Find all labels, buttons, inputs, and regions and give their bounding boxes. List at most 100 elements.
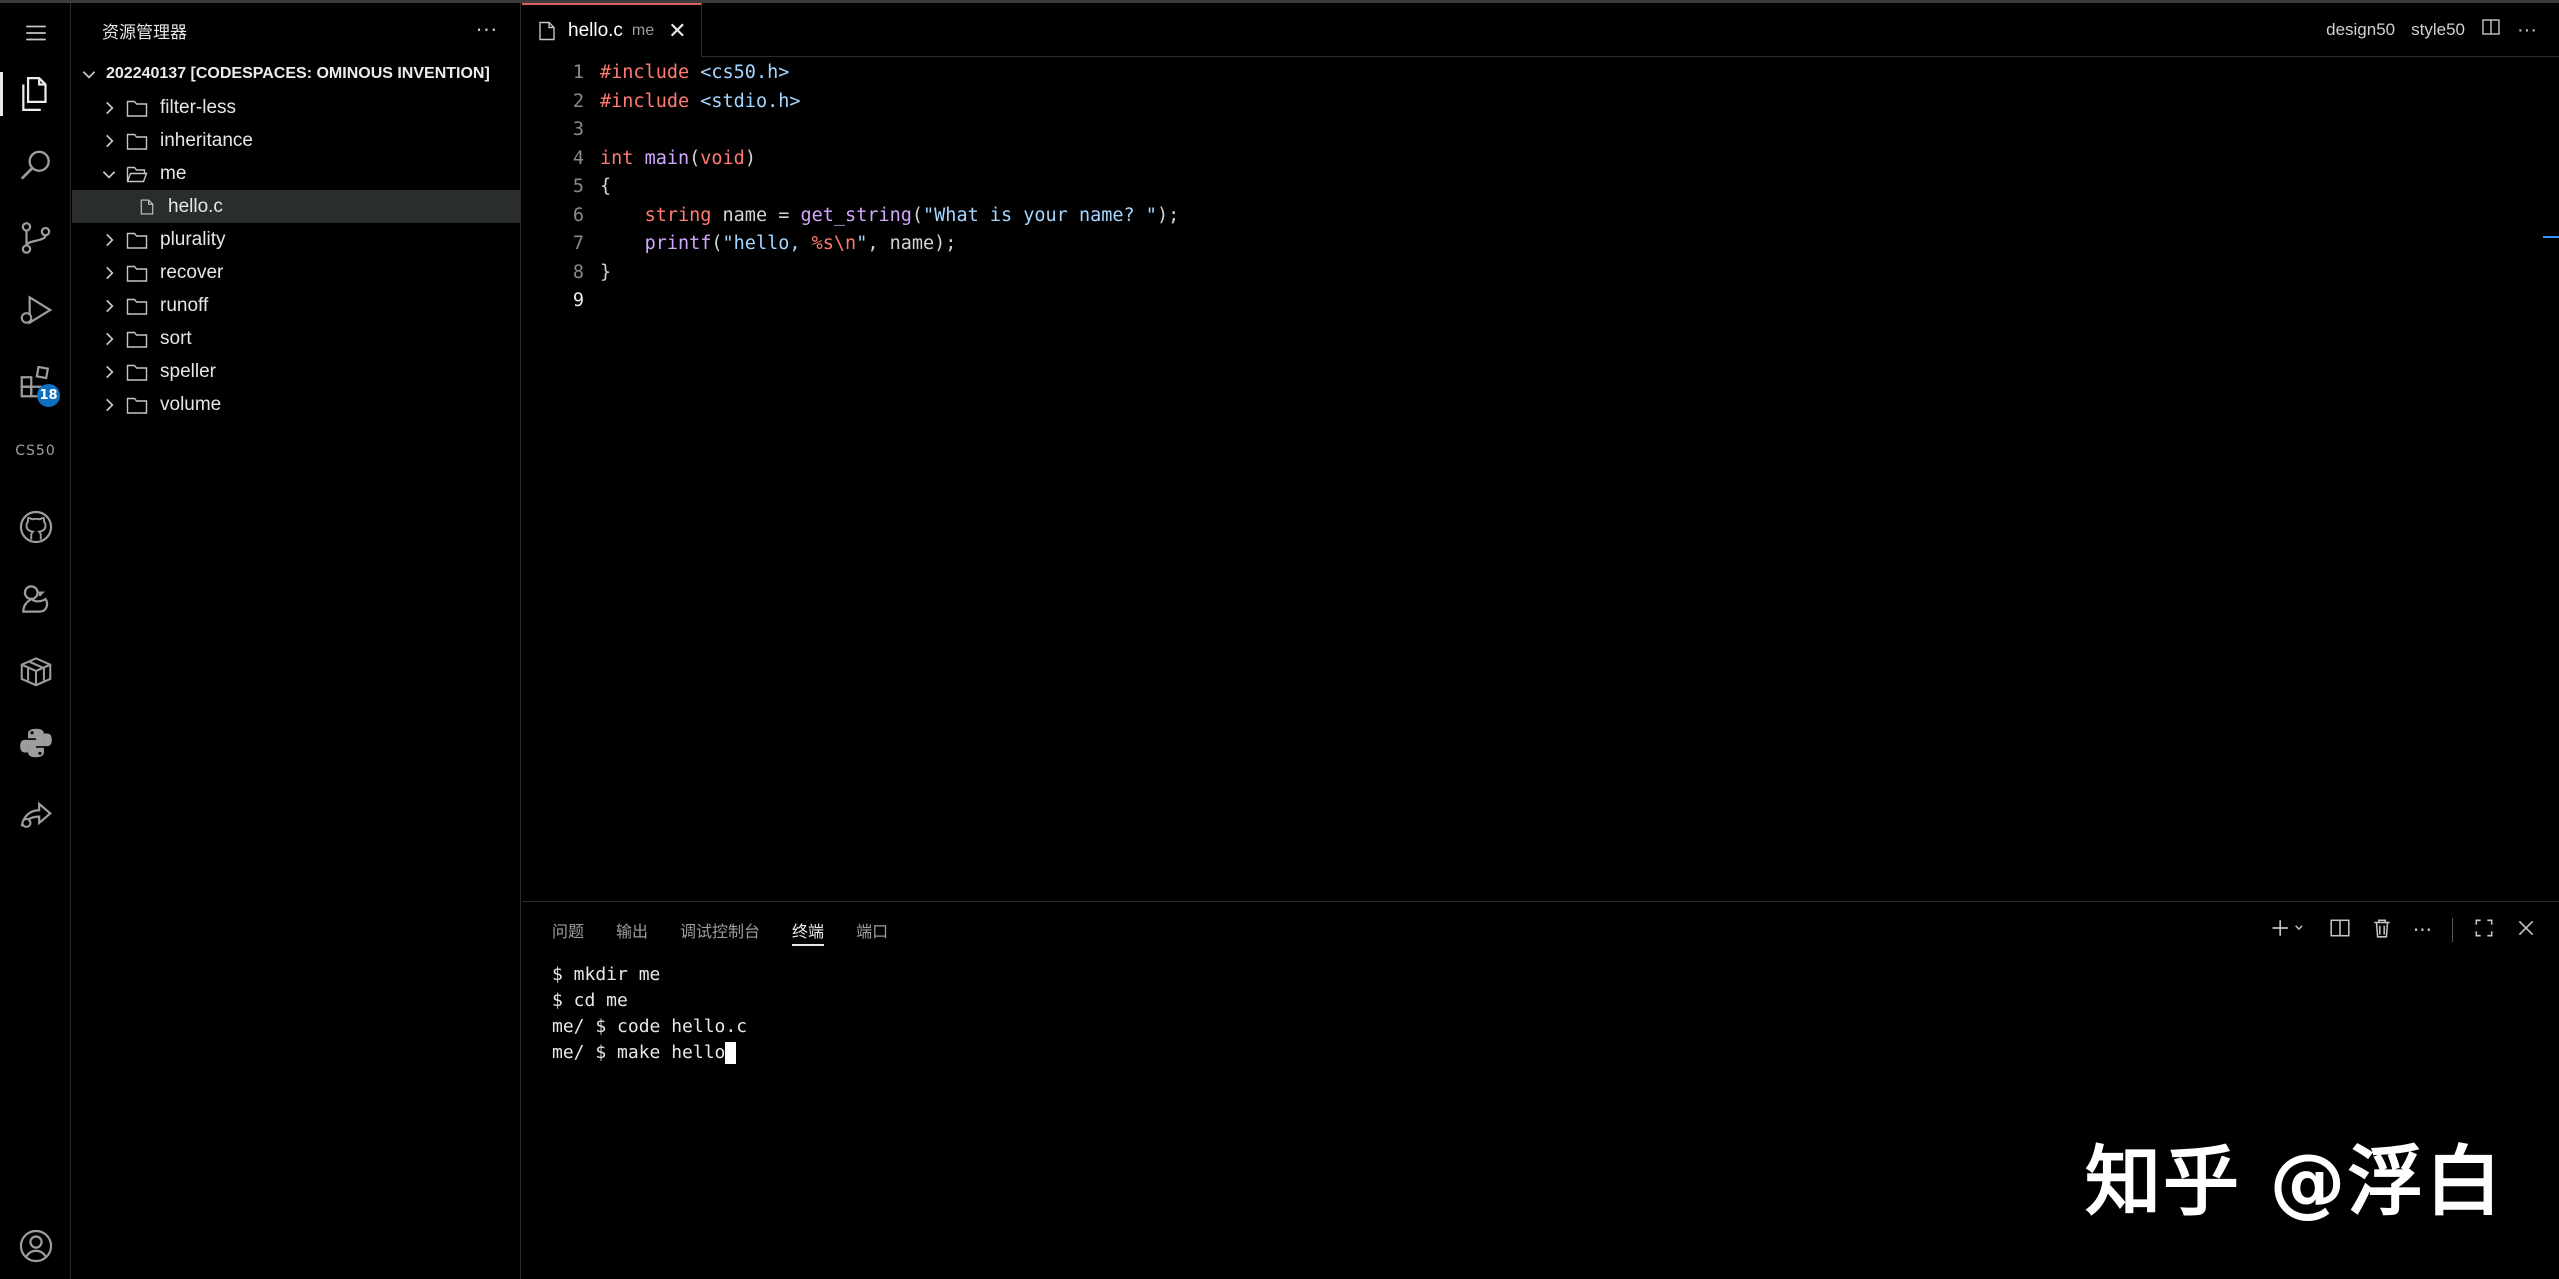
split-terminal-icon[interactable] [2329,917,2351,944]
folder-icon [126,331,148,348]
search-button[interactable] [0,136,71,196]
workspace-root-label: 202240137 [CODESPACES: OMINOUS INVENTION… [106,65,490,82]
tree-folder-sort[interactable]: sort [72,322,520,355]
chevron-right-icon [106,398,114,411]
chevron-right-icon [106,299,114,312]
design50-button[interactable]: design50 [2326,20,2395,40]
terminal-command: me/ $ make hello [552,1042,726,1063]
python-button[interactable] [0,713,71,773]
tab-description: me [631,22,655,39]
github-icon [19,510,52,544]
folder-open-icon [126,166,148,182]
tree-folder-speller[interactable]: speller [72,355,520,388]
code-line: 6 string name = get_string("What is your… [522,202,2559,231]
more-actions-icon[interactable]: ··· [2413,918,2432,942]
tree-folder-plurality[interactable]: plurality [72,223,520,256]
terminal-output[interactable]: $ mkdir me $ cd me me/ $ code hello.c me… [552,962,747,1066]
folder-icon [126,100,148,117]
extensions-badge: 18 [37,384,60,407]
tree-item-label: runoff [160,294,209,316]
folder-icon [126,232,148,249]
duck-icon [21,585,48,613]
chevron-right-icon [106,101,114,114]
code-token: } [600,261,612,283]
code-line: 2 #include <stdio.h> [522,88,2559,117]
tree-item-label: filter-less [160,96,237,118]
terminal-line: $ cd me [552,990,628,1011]
code-editor[interactable]: 1 #include <cs50.h> 2 #include <stdio.h>… [522,59,2559,316]
chevron-right-icon [106,332,114,345]
cs50-label[interactable]: CS50 [0,443,71,459]
line-number: 6 [572,204,584,226]
code-token: main [644,147,690,169]
tree-item-label: plurality [160,228,226,250]
more-actions-icon[interactable]: ··· [476,18,498,42]
tree-file-hello-c[interactable]: hello.c [72,190,520,223]
tab-terminal[interactable]: 终端 [792,902,825,958]
tree-folder-inheritance[interactable]: inheritance [72,124,520,157]
code-line: 9 [522,287,2559,316]
tab-output[interactable]: 输出 [616,902,648,958]
maximize-panel-icon[interactable] [2473,917,2495,944]
tree-folder-recover[interactable]: recover [72,256,520,289]
code-token: "hello, [722,233,812,254]
code-line: 7 printf("hello, %s\n", name); [522,230,2559,259]
terminal-line: $ mkdir me [552,964,661,985]
new-terminal-icon[interactable] [2269,917,2309,944]
folder-icon [126,133,148,150]
code-line: 3 [522,116,2559,145]
tree-item-label: recover [160,261,224,283]
tab-ports[interactable]: 端口 [856,902,888,958]
code-token: { [600,176,612,197]
run-debug-button[interactable] [0,280,71,340]
tree-folder-volume[interactable]: volume [72,388,520,421]
divider [2452,918,2453,942]
live-share-icon [20,801,52,828]
explorer-button[interactable] [0,64,71,124]
tree-item-label: volume [160,393,222,415]
code-line: 1 #include <cs50.h> [522,59,2559,88]
close-panel-icon[interactable] [2515,917,2537,944]
tree-folder-me[interactable]: me [72,157,520,190]
tab-label: hello.c [568,20,623,41]
editor-actions: design50 style50 ··· [2326,3,2537,57]
code-line: 4 int main(void) [522,145,2559,174]
file-icon [140,198,154,215]
tab-hello-c[interactable]: hello.c me ✕ [522,3,702,57]
code-token: get_string [800,204,912,226]
split-editor-icon[interactable] [2481,17,2501,43]
extensions-button[interactable]: 18 [0,352,71,412]
chevron-down-icon [102,170,116,179]
close-icon[interactable]: ✕ [668,19,686,44]
folder-icon [126,298,148,315]
github-button[interactable] [0,497,71,557]
more-actions-icon[interactable]: ··· [2517,19,2537,42]
source-control-button[interactable] [0,208,71,268]
menu-button[interactable] [0,3,71,63]
line-number: 8 [572,261,584,283]
tree-folder-runoff[interactable]: runoff [72,289,520,322]
line-number: 4 [572,147,584,169]
code-token: int [600,147,634,169]
workspace-root[interactable]: 202240137 [CODESPACES: OMINOUS INVENTION… [72,57,520,91]
tab-debug-console[interactable]: 调试控制台 [680,902,760,958]
code-token: #include [600,62,690,83]
explorer-header: 资源管理器 ··· [72,3,520,57]
chevron-right-icon [106,365,114,378]
panel-tabs: 问题 输出 调试控制台 终端 端口 [552,902,920,958]
style50-button[interactable]: style50 [2411,20,2465,40]
hamburger-menu-icon [25,25,46,41]
remote-explorer-button[interactable] [0,641,71,701]
trash-icon[interactable] [2371,917,2393,944]
cs50-duck-button[interactable] [0,569,71,629]
code-token: ); [1156,204,1180,226]
tab-problems[interactable]: 问题 [552,902,584,958]
line-number: 9 [572,290,584,311]
code-token: #include [600,90,690,112]
terminal-cursor [725,1042,737,1064]
tree-folder-filter-less[interactable]: filter-less [72,91,520,124]
line-number: 1 [572,62,584,83]
accounts-button[interactable] [0,1216,71,1276]
scrollbar-indicator[interactable] [2543,236,2559,238]
live-share-button[interactable] [0,785,71,845]
